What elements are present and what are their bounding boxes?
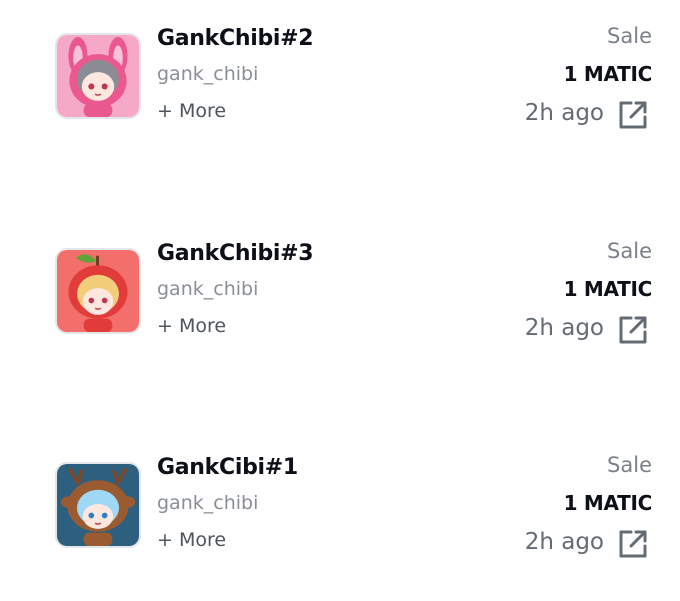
price: 1 MATIC — [563, 62, 653, 86]
timestamp: 2h ago — [524, 100, 604, 126]
price: 1 MATIC — [563, 277, 653, 301]
activity-type: Sale — [607, 453, 652, 477]
timestamp: 2h ago — [524, 315, 604, 341]
collection-name[interactable]: gank_chibi — [157, 278, 258, 300]
more-button[interactable]: + More — [157, 315, 226, 337]
nft-name[interactable]: GankChibi#3 — [157, 241, 314, 266]
list-item[interactable]: GankCibi#1 gank_chibi + More Sale 1 MATI… — [0, 451, 680, 571]
list-item[interactable]: GankChibi#2 gank_chibi + More Sale 1 MAT… — [0, 22, 680, 142]
external-link-icon[interactable] — [616, 313, 650, 347]
reindeer-chibi-icon — [57, 464, 139, 546]
activity-type: Sale — [607, 24, 652, 48]
list-item[interactable]: GankChibi#3 gank_chibi + More Sale 1 MAT… — [0, 237, 680, 357]
apple-chibi-icon — [57, 250, 139, 332]
activity-list: GankChibi#2 gank_chibi + More Sale 1 MAT… — [0, 0, 680, 601]
nft-name[interactable]: GankChibi#2 — [157, 26, 314, 51]
more-button[interactable]: + More — [157, 529, 226, 551]
bunny-chibi-icon — [57, 35, 139, 117]
collection-name[interactable]: gank_chibi — [157, 492, 258, 514]
nft-name[interactable]: GankCibi#1 — [157, 455, 298, 480]
external-link-icon[interactable] — [616, 98, 650, 132]
collection-name[interactable]: gank_chibi — [157, 63, 258, 85]
nft-thumbnail[interactable] — [55, 33, 141, 119]
timestamp: 2h ago — [524, 529, 604, 555]
price: 1 MATIC — [563, 491, 653, 515]
activity-type: Sale — [607, 239, 652, 263]
nft-thumbnail[interactable] — [55, 248, 141, 334]
more-button[interactable]: + More — [157, 100, 226, 122]
external-link-icon[interactable] — [616, 527, 650, 561]
nft-thumbnail[interactable] — [55, 462, 141, 548]
